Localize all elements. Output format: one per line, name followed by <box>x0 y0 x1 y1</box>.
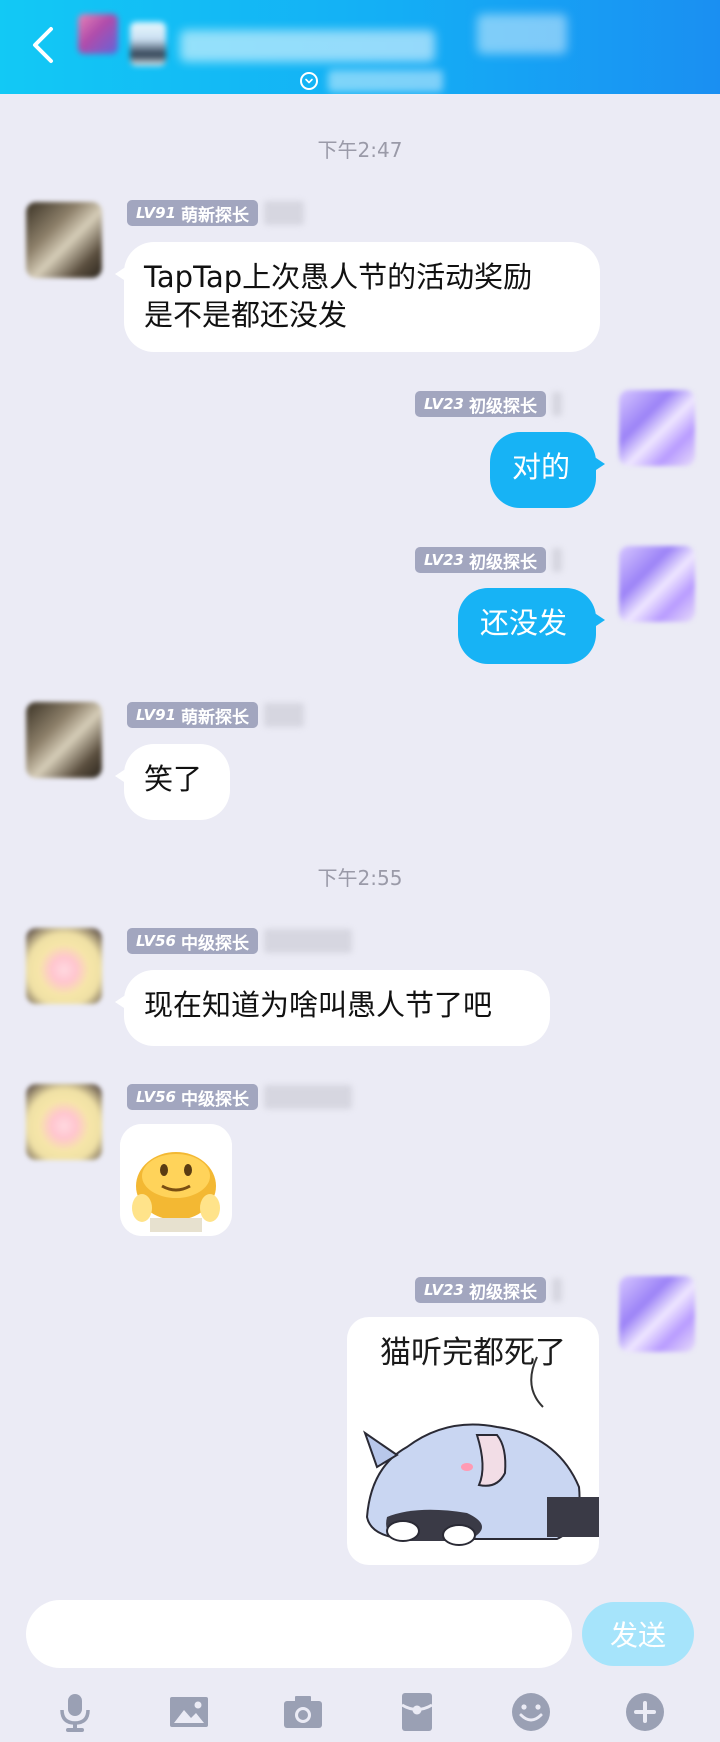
member-count-redacted <box>477 14 567 54</box>
voice-button[interactable] <box>50 1687 100 1737</box>
group-avatar-secondary <box>130 22 166 66</box>
sender-name-redacted <box>551 1278 562 1302</box>
plus-icon <box>626 1693 664 1731</box>
yellow-blob-icon <box>120 1124 232 1236</box>
sender-meta: LV91 萌新探长 <box>127 200 304 226</box>
message-text-line: 是不是都还没发 <box>144 298 348 332</box>
sender-meta: LV56 中级探长 <box>127 928 352 954</box>
sender-name-redacted <box>263 201 304 225</box>
yellow-blob-sticker[interactable] <box>120 1124 232 1236</box>
group-title-redacted[interactable] <box>180 30 435 62</box>
emoji-icon <box>512 1693 550 1731</box>
chevron-down-circle-icon[interactable] <box>300 72 318 90</box>
avatar[interactable] <box>619 546 695 622</box>
level-badge: LV23 初级探长 <box>415 391 546 417</box>
back-button[interactable] <box>22 22 62 68</box>
level-badge: LV91 萌新探长 <box>127 702 258 728</box>
level-badge: LV56 中级探长 <box>127 1084 258 1110</box>
input-toolbar <box>0 1685 720 1739</box>
message-text-line: TapTap上次愚人节的活动奖励 <box>144 260 533 294</box>
more-button[interactable] <box>620 1687 670 1737</box>
sender-name-redacted <box>551 548 562 572</box>
avatar[interactable] <box>26 702 102 778</box>
level-badge: LV23 初级探长 <box>415 1277 546 1303</box>
message-bubble[interactable]: TapTap上次愚人节的活动奖励 是不是都还没发 <box>115 242 600 352</box>
sender-name-redacted <box>263 1085 352 1109</box>
sleeping-cat-icon <box>363 1356 599 1546</box>
message-bubble[interactable]: 还没发 <box>458 588 605 664</box>
image-button[interactable] <box>164 1687 214 1737</box>
sender-meta: LV23 初级探长 <box>415 1277 562 1303</box>
sender-name-redacted <box>263 929 352 953</box>
sender-meta: LV23 初级探长 <box>415 391 562 417</box>
header-subtitle[interactable] <box>300 70 443 92</box>
camera-button[interactable] <box>278 1687 328 1737</box>
timestamp: 下午2:55 <box>317 866 403 890</box>
group-avatar[interactable] <box>78 14 118 54</box>
send-button[interactable]: 发送 <box>582 1602 694 1666</box>
chevron-left-icon <box>33 27 53 63</box>
sender-meta: LV23 初级探长 <box>415 547 562 573</box>
red-packet-icon <box>401 1693 433 1731</box>
avatar[interactable] <box>619 1276 695 1352</box>
avatar[interactable] <box>26 928 102 1004</box>
avatar[interactable] <box>619 390 695 466</box>
camera-icon <box>284 1696 322 1728</box>
sender-name-redacted <box>263 703 304 727</box>
avatar[interactable] <box>26 202 102 278</box>
message-bubble[interactable]: 现在知道为啥叫愚人节了吧 <box>115 970 550 1046</box>
input-area: 发送 <box>0 1580 720 1742</box>
message-bubble[interactable]: 笑了 <box>115 744 230 820</box>
avatar[interactable] <box>26 1084 102 1160</box>
message-bubble[interactable]: 对的 <box>490 432 605 508</box>
level-badge: LV23 初级探长 <box>415 547 546 573</box>
chat-header <box>0 0 720 94</box>
timestamp: 下午2:47 <box>317 138 403 162</box>
image-icon <box>170 1697 208 1727</box>
level-badge: LV91 萌新探长 <box>127 200 258 226</box>
microphone-icon <box>60 1694 90 1732</box>
sleeping-cat-sticker[interactable]: 猫听完都死了 <box>347 1317 599 1565</box>
subtitle-redacted <box>328 70 443 92</box>
emoji-button[interactable] <box>506 1687 556 1737</box>
message-input[interactable] <box>26 1600 572 1668</box>
sender-meta: LV56 中级探长 <box>127 1084 352 1110</box>
level-badge: LV56 中级探长 <box>127 928 258 954</box>
red-packet-button[interactable] <box>392 1687 442 1737</box>
sender-name-redacted <box>551 392 562 416</box>
sender-meta: LV91 萌新探长 <box>127 702 304 728</box>
